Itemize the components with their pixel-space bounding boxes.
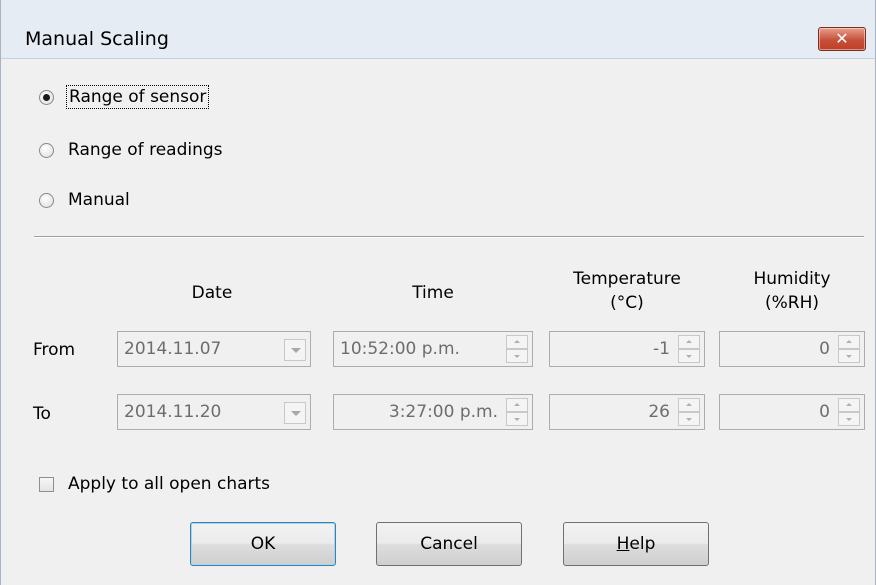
spin-down-icon[interactable]: [838, 412, 860, 426]
to-temperature-field[interactable]: 26: [549, 394, 705, 430]
chevron-down-icon[interactable]: [284, 402, 306, 424]
help-button[interactable]: Help: [563, 522, 709, 566]
cancel-button-label: Cancel: [420, 534, 478, 554]
separator-line: [34, 236, 864, 238]
radio-range-of-sensor[interactable]: Range of sensor: [39, 85, 210, 109]
to-time-value: 3:27:00 p.m.: [388, 402, 498, 422]
spin-up-icon[interactable]: [678, 335, 700, 349]
apply-to-all-checkbox[interactable]: [39, 476, 54, 492]
cancel-button[interactable]: Cancel: [376, 522, 522, 566]
apply-to-all-label: Apply to all open charts: [68, 474, 271, 494]
from-date-picker[interactable]: 2014.11.07: [117, 331, 311, 367]
from-label: From: [33, 340, 76, 360]
close-icon: ✕: [835, 29, 849, 48]
spin-up-icon[interactable]: [506, 398, 528, 412]
spin-down-icon[interactable]: [678, 349, 700, 363]
column-header-humidity: Humidity (%RH): [719, 267, 865, 315]
spin-up-icon[interactable]: [506, 335, 528, 349]
from-time-value: 10:52:00 p.m.: [340, 339, 460, 359]
from-temperature-value: -1: [653, 339, 670, 359]
chevron-down-icon[interactable]: [284, 339, 306, 361]
temperature-header-line2: (°C): [610, 293, 644, 313]
from-time-field[interactable]: 10:52:00 p.m.: [333, 331, 533, 367]
radio-button-icon[interactable]: [39, 192, 54, 208]
from-temperature-spinner[interactable]: [678, 335, 700, 363]
radio-label-range-of-sensor: Range of sensor: [65, 85, 210, 109]
spin-down-icon[interactable]: [506, 412, 528, 426]
from-humidity-value: 0: [819, 339, 830, 359]
column-header-temperature: Temperature (°C): [549, 267, 705, 315]
radio-button-icon[interactable]: [39, 142, 54, 158]
to-date-picker[interactable]: 2014.11.20: [117, 394, 311, 430]
humidity-header-line2: (%RH): [764, 293, 819, 313]
to-time-spinner[interactable]: [506, 398, 528, 426]
temperature-header-line1: Temperature: [573, 269, 681, 289]
spin-up-icon[interactable]: [838, 335, 860, 349]
spin-down-icon[interactable]: [678, 412, 700, 426]
from-humidity-field[interactable]: 0: [719, 331, 865, 367]
to-humidity-field[interactable]: 0: [719, 394, 865, 430]
radio-manual[interactable]: Manual: [39, 188, 130, 212]
help-button-mnemonic: H: [616, 534, 630, 554]
radio-label-manual: Manual: [68, 190, 130, 210]
close-button[interactable]: ✕: [818, 27, 866, 51]
spin-up-icon[interactable]: [678, 398, 700, 412]
ok-button[interactable]: OK: [190, 522, 336, 566]
radio-label-range-of-readings: Range of readings: [68, 140, 223, 160]
to-temperature-spinner[interactable]: [678, 398, 700, 426]
to-temperature-value: 26: [648, 402, 670, 422]
manual-scaling-dialog: Manual Scaling ✕ Range of sensor Range o…: [0, 0, 876, 585]
spin-down-icon[interactable]: [506, 349, 528, 363]
ok-button-label: OK: [250, 534, 276, 554]
column-header-date: Date: [191, 283, 233, 303]
to-humidity-spinner[interactable]: [838, 398, 860, 426]
spin-down-icon[interactable]: [838, 349, 860, 363]
title-bar: Manual Scaling ✕: [1, 0, 875, 59]
apply-to-all-charts-option[interactable]: Apply to all open charts: [39, 472, 270, 496]
humidity-header-line1: Humidity: [753, 269, 831, 289]
from-time-spinner[interactable]: [506, 335, 528, 363]
radio-range-of-readings[interactable]: Range of readings: [39, 138, 223, 162]
from-date-value: 2014.11.07: [124, 339, 222, 359]
to-date-value: 2014.11.20: [124, 402, 222, 422]
column-header-time: Time: [412, 283, 454, 303]
from-temperature-field[interactable]: -1: [549, 331, 705, 367]
to-time-field[interactable]: 3:27:00 p.m.: [333, 394, 533, 430]
help-button-label: elp: [629, 534, 656, 554]
spin-up-icon[interactable]: [838, 398, 860, 412]
dialog-title: Manual Scaling: [25, 28, 169, 50]
to-label: To: [33, 404, 51, 424]
from-humidity-spinner[interactable]: [838, 335, 860, 363]
to-humidity-value: 0: [819, 402, 830, 422]
radio-button-icon[interactable]: [39, 89, 54, 105]
